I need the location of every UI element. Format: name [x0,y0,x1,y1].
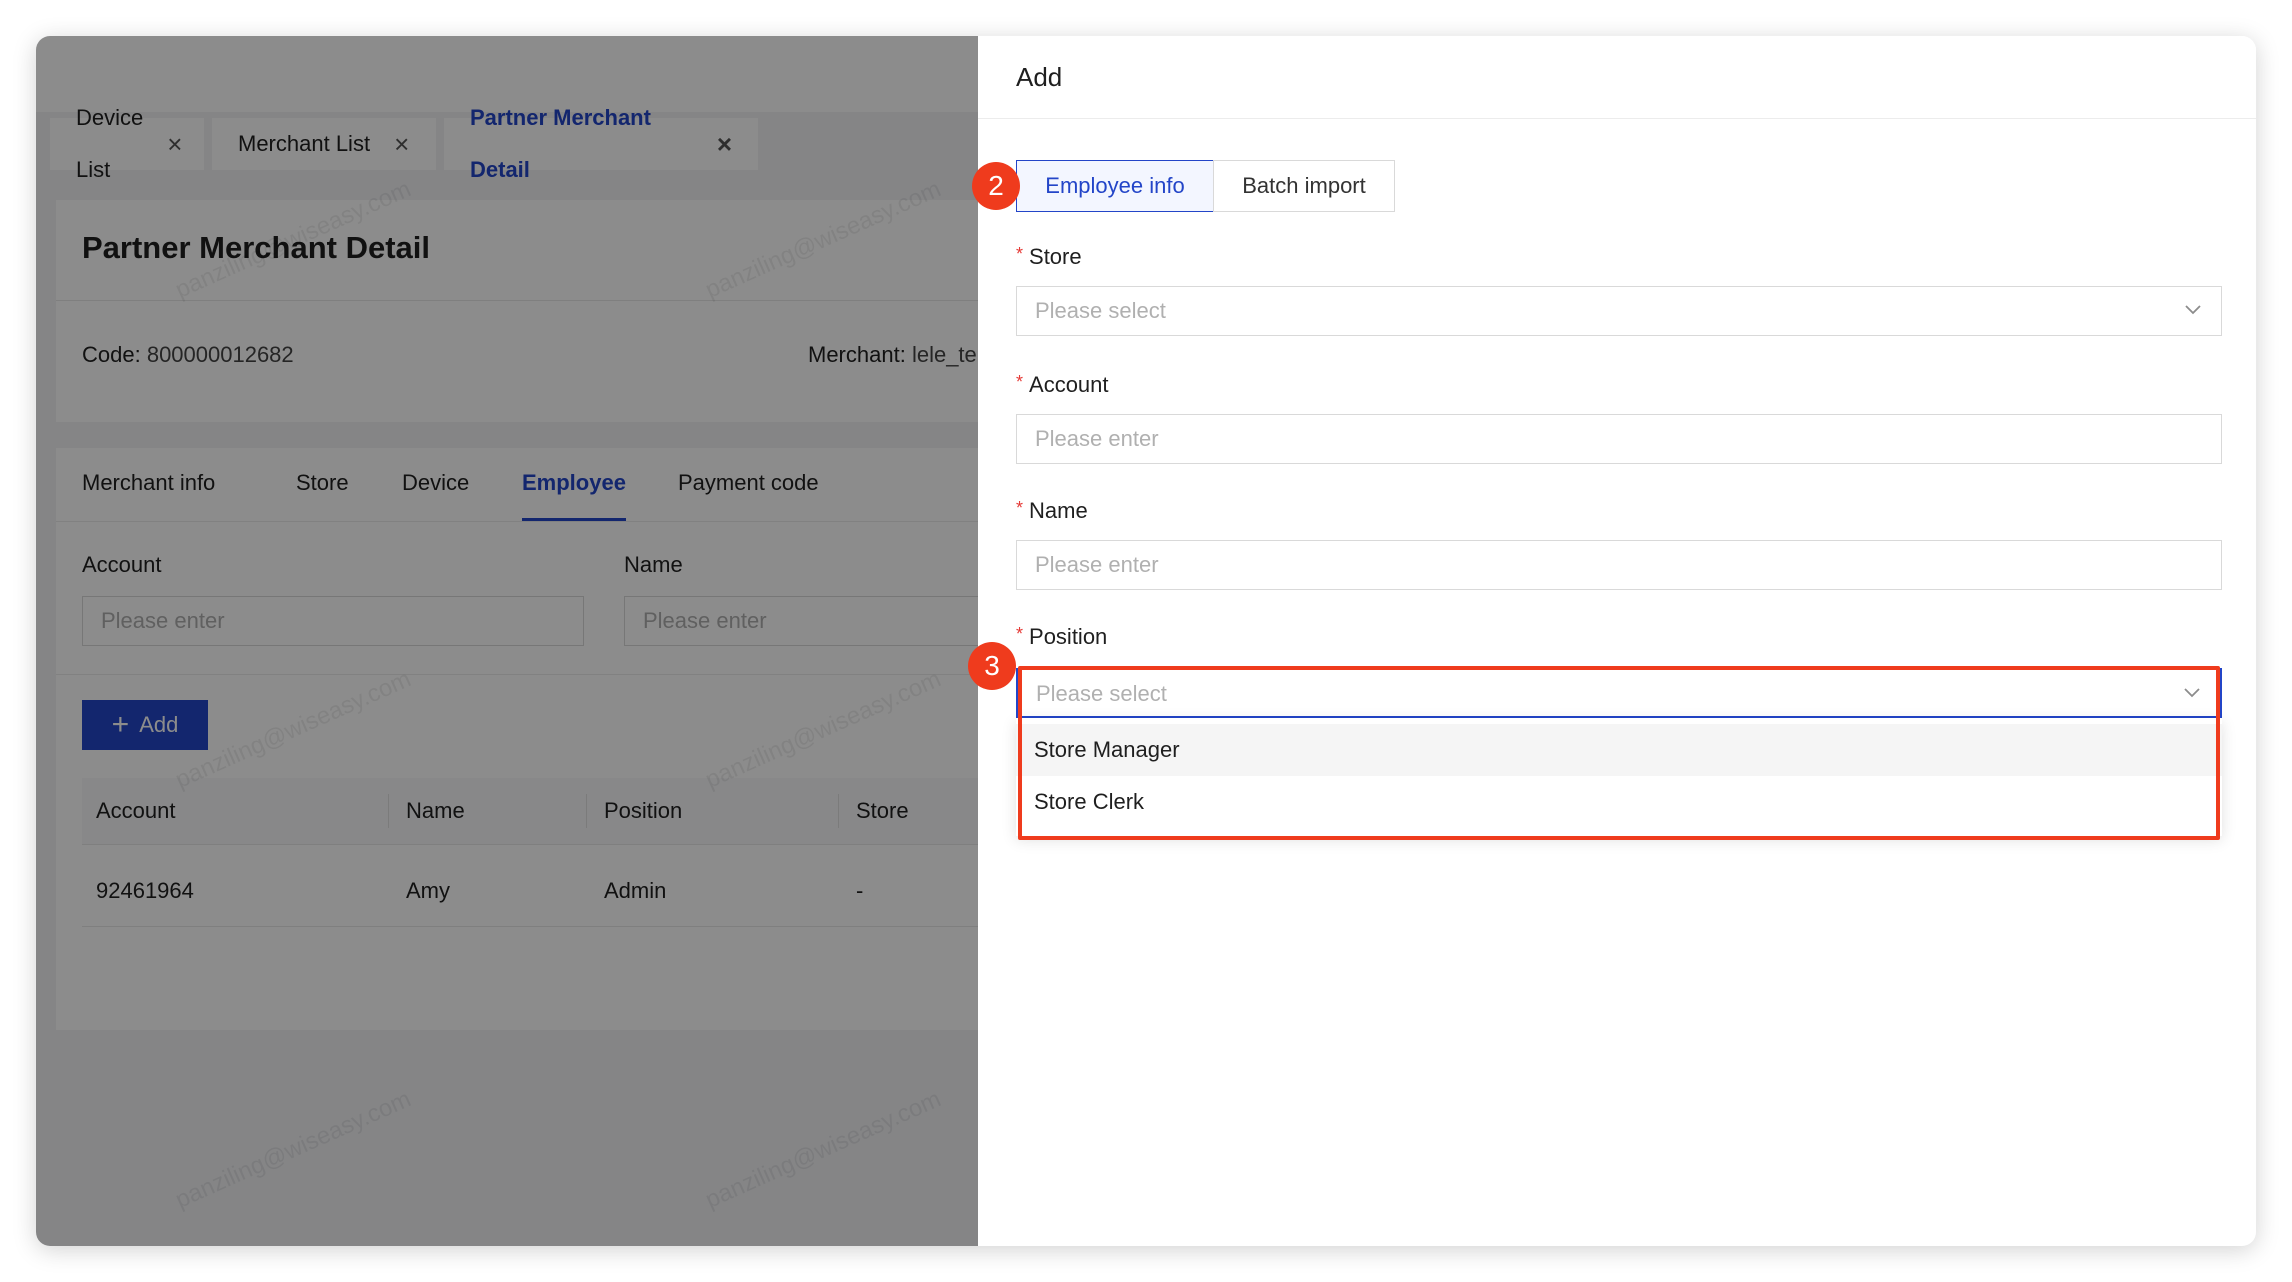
account-label: * Account [1016,372,1109,398]
required-marker: * [1016,372,1024,392]
required-marker: * [1016,498,1024,518]
account-label-text: Account [1029,372,1109,397]
divider [978,118,2256,119]
option-store-clerk[interactable]: Store Clerk [1016,776,2222,828]
name-input[interactable]: Please enter [1016,540,2222,590]
store-label: * Store [1016,244,1082,270]
store-select-placeholder: Please select [1035,298,1166,323]
segment-batch-import[interactable]: Batch import [1213,160,1395,212]
account-input[interactable]: Please enter [1016,414,2222,464]
position-select-placeholder: Please select [1036,681,1167,706]
app-window: Device List × Merchant List × Partner Me… [36,36,2256,1246]
name-label: * Name [1016,498,1088,524]
store-label-text: Store [1029,244,1082,269]
required-marker: * [1016,624,1024,644]
add-employee-drawer: Add 2 Employee info Batch import * Store … [968,36,2256,1246]
drawer-title: Add [1016,62,1063,92]
name-label-text: Name [1029,498,1088,523]
position-label-text: Position [1029,624,1108,649]
position-select[interactable]: Please select [1016,668,2222,718]
option-store-manager[interactable]: Store Manager [1016,724,2222,776]
step-badge-3: 3 [968,642,1016,690]
chevron-down-icon [2185,305,2201,315]
position-label: * Position [1016,624,1107,650]
required-marker: * [1016,244,1024,264]
position-dropdown: Store Manager Store Clerk [1016,718,2222,836]
store-select[interactable]: Please select [1016,286,2222,336]
chevron-down-icon [2184,688,2200,698]
segment-employee-info[interactable]: Employee info [1016,160,1214,212]
step-badge-2: 2 [972,162,1020,210]
modal-overlay[interactable] [36,36,978,1246]
